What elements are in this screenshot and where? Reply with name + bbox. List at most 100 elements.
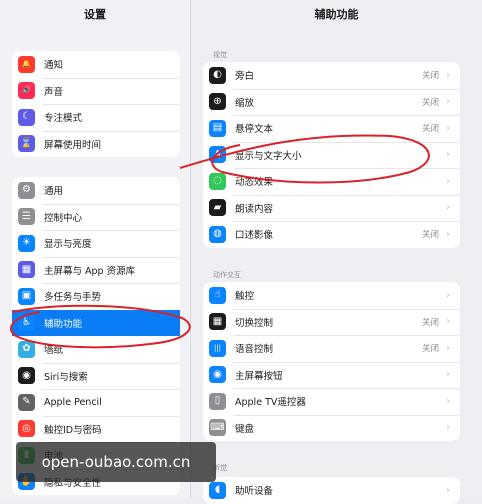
text-size-icon: A — [209, 146, 226, 164]
hearing-group: ◖ 助听设备 › — [203, 477, 460, 504]
accessibility-icon: ♿ — [18, 314, 35, 332]
row-value: 关闭 — [421, 97, 439, 108]
row-label: 辅助功能 — [44, 318, 83, 330]
siri-icon: ◉ — [18, 367, 35, 385]
motion-icon: ◌ — [209, 172, 226, 190]
row-value: 关闭 — [421, 344, 439, 355]
remote-icon: ▯ — [209, 392, 226, 410]
row-switch-control[interactable]: ▦ 切换控制 关闭 › — [203, 308, 460, 336]
row-label: 显示与亮度 — [44, 239, 92, 251]
row-multitask[interactable]: ▣ 多任务与手势 — [12, 283, 180, 310]
grid-icon: ▦ — [18, 261, 35, 279]
row-ear[interactable]: ◖ 助听设备 › — [203, 477, 460, 504]
row-accessibility[interactable]: ♿ 辅助功能 — [12, 309, 180, 336]
row-label: 主屏幕与 App 资源库 — [44, 265, 136, 277]
vision-group: ◐ 旁白 关闭 › ⊕ 缩放 关闭 › ▤ 悬停文本 关闭 › A 显示与文字大小 › ◌ 动态效果 › ▰ 朗读内容… — [203, 62, 460, 248]
row-label: 主屏幕按钮 — [235, 370, 283, 382]
chevron-right-icon: › — [446, 96, 450, 108]
row-label: 控制中心 — [44, 212, 83, 224]
chevron-right-icon: › — [446, 316, 450, 328]
watermark: open-oubao.com.cn — [16, 442, 216, 482]
row-toggles[interactable]: ☰ 控制中心 — [12, 203, 180, 231]
chevron-right-icon: › — [446, 149, 450, 161]
row-bell[interactable]: 🔔 通知 — [12, 51, 180, 78]
flower-icon: ✿ — [18, 340, 35, 358]
row-pencil[interactable]: ✎ Apple Pencil — [12, 389, 180, 416]
switch-control-icon: ▦ — [209, 313, 226, 331]
chevron-right-icon: › — [446, 369, 450, 381]
row-sun[interactable]: ☀ 显示与亮度 — [12, 230, 180, 257]
chevron-right-icon: › — [446, 395, 450, 407]
row-speech-bubble[interactable]: ▰ 朗读内容 › — [203, 194, 460, 222]
row-touch[interactable]: ☝ 触控 › — [203, 282, 460, 309]
row-siri[interactable]: ◉ Siri与搜索 — [12, 362, 180, 390]
accessibility-detail-pane: 辅助功能 视觉 ◐ 旁白 关闭 › ⊕ 缩放 关闭 › ▤ 悬停文本 关闭 › A 显示与文字大小 › ◌ 动态… — [191, 0, 482, 504]
row-remote[interactable]: ▯ Apple TV遥控器 › — [203, 388, 460, 415]
row-value: 关闭 — [421, 124, 439, 135]
toggles-icon: ☰ — [18, 208, 35, 226]
row-hourglass[interactable]: ⌛ 屏幕使用时间 — [12, 130, 180, 158]
row-label: 多任务与手势 — [44, 292, 102, 304]
row-label: 缩放 — [235, 97, 255, 109]
chevron-right-icon: › — [446, 175, 450, 187]
row-home-button[interactable]: ◉ 主屏幕按钮 › — [203, 361, 460, 389]
hourglass-icon: ⌛ — [18, 135, 35, 153]
row-flower[interactable]: ✿ 墙纸 — [12, 336, 180, 363]
row-text-size[interactable]: A 显示与文字大小 › — [203, 141, 460, 169]
row-value: 关闭 — [421, 71, 439, 82]
zoom-icon: ⊕ — [209, 93, 226, 111]
voiceover-icon: ◐ — [209, 66, 226, 84]
row-label: 语音控制 — [235, 344, 274, 356]
settings-sidebar: 设置 🔔 通知 🔊 声音 ☾ 专注模式 ⌛ 屏幕使用时间 ⚙ 通用 ☰ 控制中心 ☀ 显示与亮度 ▦ 主屏幕… — [0, 0, 191, 498]
row-label: 触控 — [235, 291, 255, 303]
row-hover-text[interactable]: ▤ 悬停文本 关闭 › — [203, 115, 460, 142]
row-audio-description[interactable]: ◍ 口述影像 关闭 › — [203, 221, 460, 248]
row-label: Apple TV遥控器 — [235, 397, 306, 409]
row-label: 朗读内容 — [235, 203, 274, 215]
row-value: 关闭 — [421, 230, 439, 241]
row-value: 关闭 — [421, 317, 439, 328]
section-title-interaction: 动作交互 — [213, 271, 241, 279]
row-label: 动态效果 — [235, 177, 274, 189]
row-voiceover[interactable]: ◐ 旁白 关闭 › — [203, 62, 460, 89]
row-label: Siri与搜索 — [44, 371, 88, 383]
row-speaker[interactable]: 🔊 声音 — [12, 77, 180, 105]
chevron-right-icon: › — [446, 122, 450, 134]
row-label: 声音 — [44, 86, 64, 98]
keyboard-icon: ⌨ — [209, 419, 226, 437]
row-gear[interactable]: ⚙ 通用 — [12, 177, 180, 204]
sun-icon: ☀ — [18, 234, 35, 252]
row-motion[interactable]: ◌ 动态效果 › — [203, 168, 460, 195]
gear-icon: ⚙ — [18, 181, 35, 199]
speech-bubble-icon: ▰ — [209, 199, 226, 217]
chevron-right-icon: › — [446, 484, 450, 496]
multitask-icon: ▣ — [18, 287, 35, 305]
row-label: 旁白 — [235, 71, 255, 83]
sidebar-title: 设置 — [84, 8, 106, 21]
row-keyboard[interactable]: ⌨ 键盘 › — [203, 414, 460, 442]
bell-icon: 🔔 — [18, 55, 35, 73]
home-button-icon: ◉ — [209, 366, 226, 384]
row-label: 显示与文字大小 — [235, 150, 302, 162]
voice-control-icon: ||| — [209, 339, 226, 357]
moon-icon: ☾ — [18, 108, 35, 126]
chevron-right-icon: › — [446, 342, 450, 354]
speaker-icon: 🔊 — [18, 82, 35, 100]
chevron-right-icon: › — [446, 422, 450, 434]
row-fingerprint[interactable]: ◎ 触控ID与密码 — [12, 415, 180, 443]
row-label: Apple Pencil — [44, 396, 102, 408]
row-label: 墙纸 — [44, 345, 64, 357]
row-label: 切换控制 — [235, 317, 274, 329]
audio-description-icon: ◍ — [209, 225, 226, 243]
fingerprint-icon: ◎ — [18, 420, 35, 438]
chevron-right-icon: › — [446, 202, 450, 214]
row-label: 口述影像 — [235, 230, 274, 242]
row-label: 悬停文本 — [235, 124, 274, 136]
section-title-vision: 视觉 — [213, 51, 227, 59]
row-moon[interactable]: ☾ 专注模式 — [12, 104, 180, 131]
row-voice-control[interactable]: ||| 语音控制 关闭 › — [203, 335, 460, 362]
row-zoom[interactable]: ⊕ 缩放 关闭 › — [203, 88, 460, 116]
hover-text-icon: ▤ — [209, 119, 226, 137]
row-label: 键盘 — [235, 423, 255, 435]
row-grid[interactable]: ▦ 主屏幕与 App 资源库 — [12, 256, 180, 284]
